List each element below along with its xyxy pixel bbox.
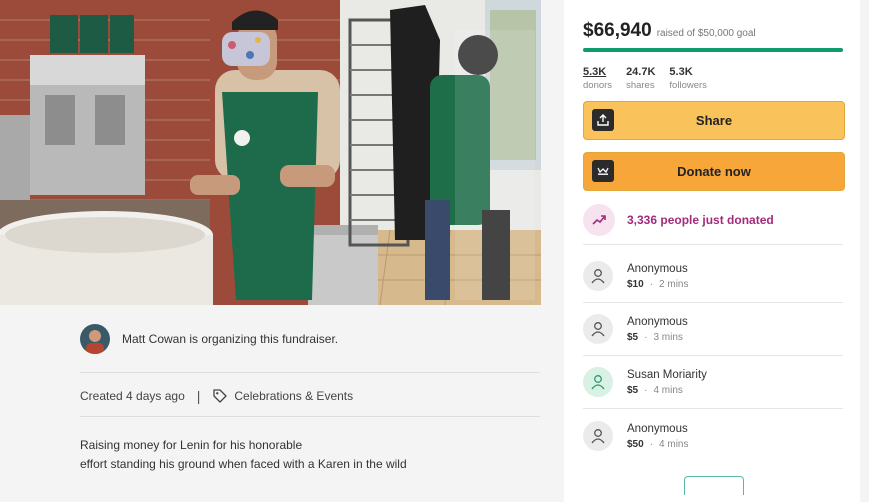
donation-amount: $10 (627, 278, 644, 290)
divider (80, 372, 540, 373)
donor-name: Anonymous (627, 422, 688, 435)
divider (583, 302, 843, 303)
stat-label: donors (583, 80, 613, 91)
donation-time: 2 mins (659, 278, 689, 290)
progress-bar (583, 48, 843, 52)
divider (583, 408, 843, 409)
campaign-main: Matt Cowan is organizing this fundraiser… (0, 0, 541, 502)
donation-item: Susan Moriarity $5 · 4 mins (583, 362, 843, 402)
stats-row: 5.3K donors 24.7K shares 5.3K followers (583, 66, 721, 91)
recent-donations-banner[interactable]: 3,336 people just donated (583, 203, 843, 237)
organizer-row: Matt Cowan is organizing this fundraiser… (80, 322, 338, 356)
campaign-meta: Created 4 days ago | Celebrations & Even… (80, 386, 353, 406)
stat-value: 5.3K (583, 66, 607, 78)
donation-item: Anonymous $10 · 2 mins (583, 256, 843, 296)
share-label: Share (695, 113, 733, 128)
meta-separator: | (196, 388, 201, 404)
donation-amount: $5 (627, 331, 639, 343)
campaign-photo (0, 0, 541, 305)
donation-time: 4 mins (659, 438, 689, 450)
user-heart-icon (583, 367, 613, 397)
divider (583, 244, 843, 245)
user-heart-icon (583, 314, 613, 344)
donate-button[interactable]: Donate now (583, 152, 845, 191)
donation-time: 4 mins (653, 384, 683, 396)
donate-label: Donate now (677, 164, 751, 179)
story-line: Raising money for Lenin for his honorabl… (80, 438, 303, 452)
donation-amount: $50 (627, 438, 644, 450)
progress-fill (583, 48, 843, 52)
separator-dot: · (644, 331, 648, 343)
donation-time: 3 mins (653, 331, 683, 343)
story-text: Raising money for Lenin for his honorabl… (80, 436, 520, 474)
share-button[interactable]: Share (583, 101, 845, 140)
gofundme-logo-icon (592, 160, 614, 182)
divider (80, 416, 540, 417)
user-heart-icon (583, 421, 613, 451)
stat-donors[interactable]: 5.3K donors (583, 66, 612, 91)
stat-followers: 5.3K followers (669, 66, 707, 91)
goal-text: raised of $50,000 goal (656, 28, 756, 39)
user-heart-icon (583, 261, 613, 291)
donation-amount: $5 (627, 384, 639, 396)
trending-up-icon (583, 204, 615, 236)
donation-sidebar: $66,940 raised of $50,000 goal 5.3K dono… (564, 0, 860, 502)
stat-value: 24.7K (626, 66, 656, 78)
separator-dot: · (649, 438, 654, 450)
tag-icon (212, 388, 228, 404)
upload-icon (592, 109, 614, 131)
recent-donations-text: 3,336 people just donated (627, 213, 774, 227)
donation-item: Anonymous $5 · 3 mins (583, 309, 843, 349)
raised-summary: $66,940 raised of $50,000 goal (583, 20, 756, 42)
stat-label: followers (669, 80, 707, 91)
separator-dot: · (644, 384, 648, 396)
stat-label: shares (626, 80, 655, 91)
created-date: Created 4 days ago (80, 389, 185, 403)
organizer-avatar[interactable] (80, 324, 110, 354)
donation-item: Anonymous $50 · 4 mins (583, 416, 843, 456)
donor-name: Anonymous (627, 315, 688, 328)
donor-name: Anonymous (627, 262, 688, 275)
stat-value: 5.3K (669, 66, 693, 78)
separator-dot: · (649, 278, 654, 290)
donor-name: Susan Moriarity (627, 368, 707, 381)
story-line: effort standing his ground when faced wi… (80, 457, 407, 471)
see-all-button[interactable] (684, 476, 744, 495)
category-link[interactable]: Celebrations & Events (234, 389, 353, 403)
divider (583, 355, 843, 356)
organizer-text: Matt Cowan is organizing this fundraiser… (122, 332, 339, 346)
stat-shares: 24.7K shares (626, 66, 655, 91)
amount-raised: $66,940 (583, 20, 652, 41)
